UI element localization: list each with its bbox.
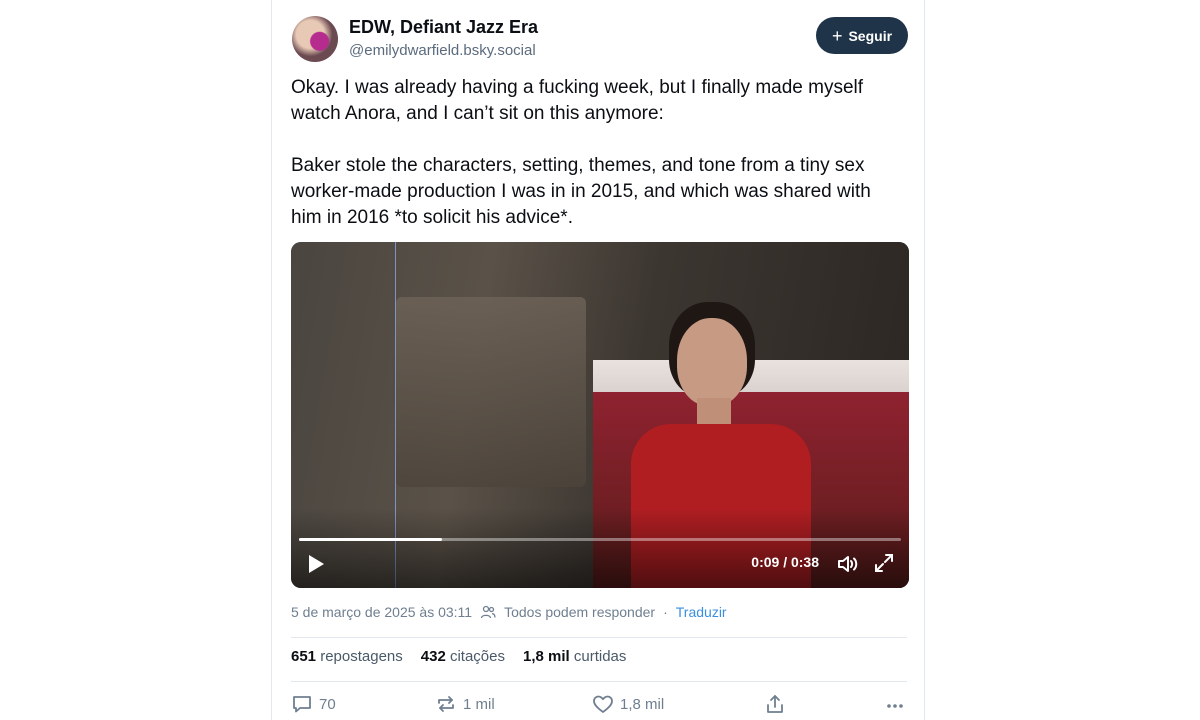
author-handle[interactable]: @emilydwarfield.bsky.social	[349, 42, 536, 59]
reply-count: 70	[319, 695, 336, 713]
video-controls-shade	[291, 508, 909, 588]
reply-setting: Todos podem responder	[504, 604, 656, 620]
share-icon	[765, 694, 785, 714]
more-options-button[interactable]	[885, 694, 905, 714]
video-progress-fill	[299, 538, 442, 541]
video-background	[396, 297, 586, 487]
reposts-label: repostagens	[320, 648, 403, 665]
repost-icon	[435, 694, 457, 714]
reply-button[interactable]: 70	[291, 694, 336, 714]
repost-count: 1 mil	[463, 695, 495, 713]
reposts-count: 651	[291, 648, 317, 665]
reply-icon	[291, 694, 313, 714]
like-count: 1,8 mil	[620, 695, 665, 713]
quotes-count: 432	[420, 648, 446, 665]
volume-icon[interactable]	[835, 552, 859, 576]
like-button[interactable]: 1,8 mil	[592, 694, 664, 714]
video-player[interactable]: 0:09 / 0:38	[291, 242, 909, 588]
meta-separator: ·	[663, 604, 668, 620]
avatar[interactable]	[292, 16, 338, 62]
likes-count: 1,8 mil	[523, 648, 570, 665]
divider	[291, 637, 907, 638]
divider	[291, 681, 907, 682]
post-meta: 5 de março de 2025 às 03:11 Todos podem …	[291, 604, 727, 620]
play-icon[interactable]	[305, 552, 327, 576]
plus-icon: +	[831, 25, 843, 46]
quotes-stat[interactable]: 432 citações	[421, 648, 505, 665]
reposts-stat[interactable]: 651 repostagens	[291, 648, 403, 665]
likes-label: curtidas	[573, 648, 627, 665]
post-paragraph: Okay. I was already having a fucking wee…	[291, 77, 864, 124]
share-button[interactable]	[765, 694, 785, 714]
heart-icon	[592, 694, 614, 714]
post-card: EDW, Defiant Jazz Era @emilydwarfield.bs…	[271, 0, 925, 720]
post-paragraph: Baker stole the characters, setting, the…	[291, 155, 871, 228]
translate-link[interactable]: Traduzir	[676, 604, 727, 620]
follow-button-label: Seguir	[848, 27, 893, 44]
quotes-label: citações	[449, 648, 505, 665]
post-date[interactable]: 5 de março de 2025 às 03:11	[291, 604, 472, 620]
fullscreen-icon[interactable]	[873, 552, 895, 574]
video-progress-bar[interactable]	[299, 538, 901, 541]
repost-button[interactable]: 1 mil	[435, 694, 495, 714]
author-display-name[interactable]: EDW, Defiant Jazz Era	[349, 17, 538, 38]
post-stats: 651 repostagens 432 citações 1,8 mil cur…	[291, 648, 626, 665]
people-icon	[480, 604, 496, 620]
video-time-readout: 0:09 / 0:38	[751, 554, 819, 570]
post-actions: 70 1 mil 1,8 mil	[291, 694, 907, 720]
post-text: Okay. I was already having a fucking wee…	[291, 75, 901, 231]
likes-stat[interactable]: 1,8 mil curtidas	[523, 648, 626, 665]
more-icon	[885, 694, 905, 714]
follow-button[interactable]: + Seguir	[816, 17, 908, 54]
